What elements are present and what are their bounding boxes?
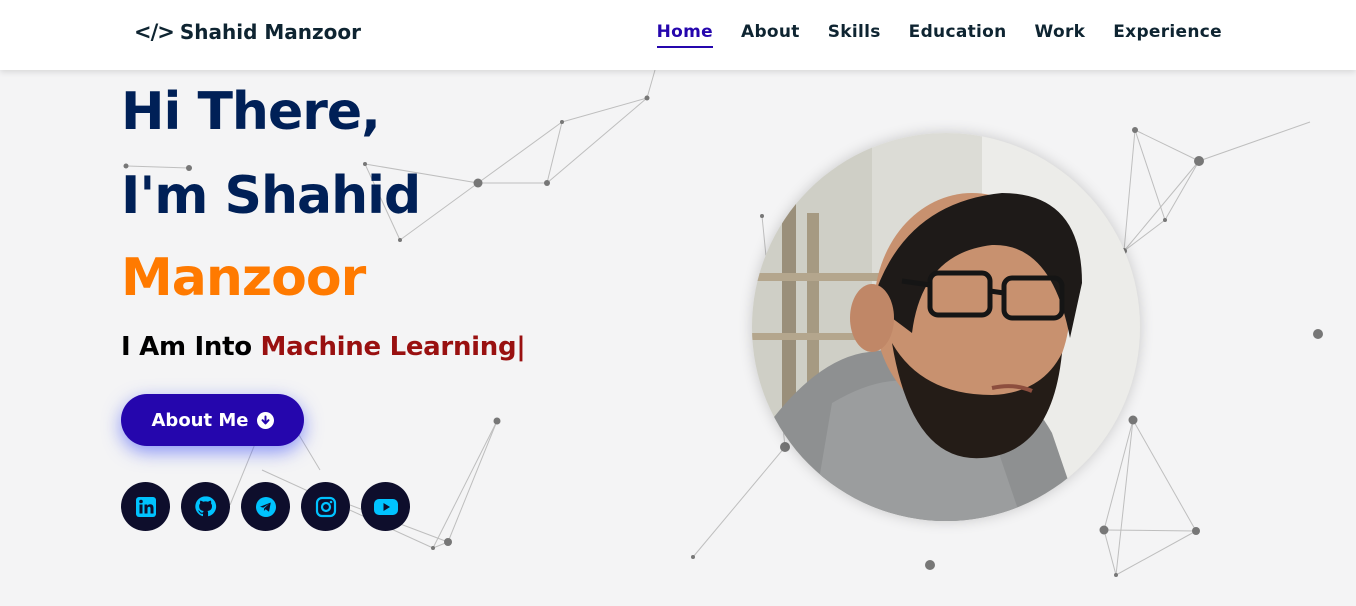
brand-logo[interactable]: </> Shahid Manzoor [134, 20, 361, 44]
telegram-link[interactable] [241, 482, 290, 531]
social-links [121, 482, 410, 531]
nav-link-experience[interactable]: Experience [1113, 22, 1222, 46]
arrow-down-circle-icon [256, 411, 274, 429]
instagram-link[interactable] [301, 482, 350, 531]
linkedin-icon [135, 496, 156, 517]
typing-text: I Am Into Machine Learning| [121, 332, 526, 362]
nav-item-skills: Skills [828, 22, 881, 42]
github-link[interactable] [181, 482, 230, 531]
about-me-label: About Me [151, 409, 249, 431]
typing-role: Machine Learning [260, 332, 517, 362]
profile-photo-illustration [752, 133, 1140, 521]
nav-item-education: Education [909, 22, 1007, 42]
instagram-icon [315, 496, 336, 517]
nav-item-experience: Experience [1113, 22, 1222, 42]
nav-item-about: About [741, 22, 800, 42]
youtube-link[interactable] [361, 482, 410, 531]
github-icon [195, 496, 217, 517]
nav-item-work: Work [1035, 22, 1086, 42]
nav-link-home[interactable]: Home [656, 22, 713, 48]
youtube-icon [373, 498, 398, 515]
nav-link-about[interactable]: About [741, 22, 800, 46]
nav-menu: Home About Skills Education Work Experie… [656, 22, 1222, 48]
linkedin-link[interactable] [121, 482, 170, 531]
about-me-button[interactable]: About Me [121, 394, 304, 446]
telegram-icon [255, 496, 276, 517]
hero-greeting: Hi There, [121, 82, 381, 142]
code-icon: </> [134, 20, 175, 44]
profile-photo [752, 133, 1140, 521]
hero-name-line: I'm Shahid [121, 166, 421, 226]
typing-prefix: I Am Into [121, 332, 261, 362]
nav-link-education[interactable]: Education [909, 22, 1007, 46]
nav-item-home: Home [656, 22, 713, 48]
brand-name: Shahid Manzoor [179, 20, 362, 44]
nav-link-skills[interactable]: Skills [828, 22, 881, 46]
hero-surname: Manzoor [121, 248, 366, 308]
typing-cursor: | [516, 332, 526, 362]
nav-link-work[interactable]: Work [1035, 22, 1086, 46]
navbar: </> Shahid Manzoor Home About Skills Edu… [0, 0, 1356, 70]
hero-section: Hi There, I'm Shahid Manzoor I Am Into M… [0, 70, 1356, 606]
